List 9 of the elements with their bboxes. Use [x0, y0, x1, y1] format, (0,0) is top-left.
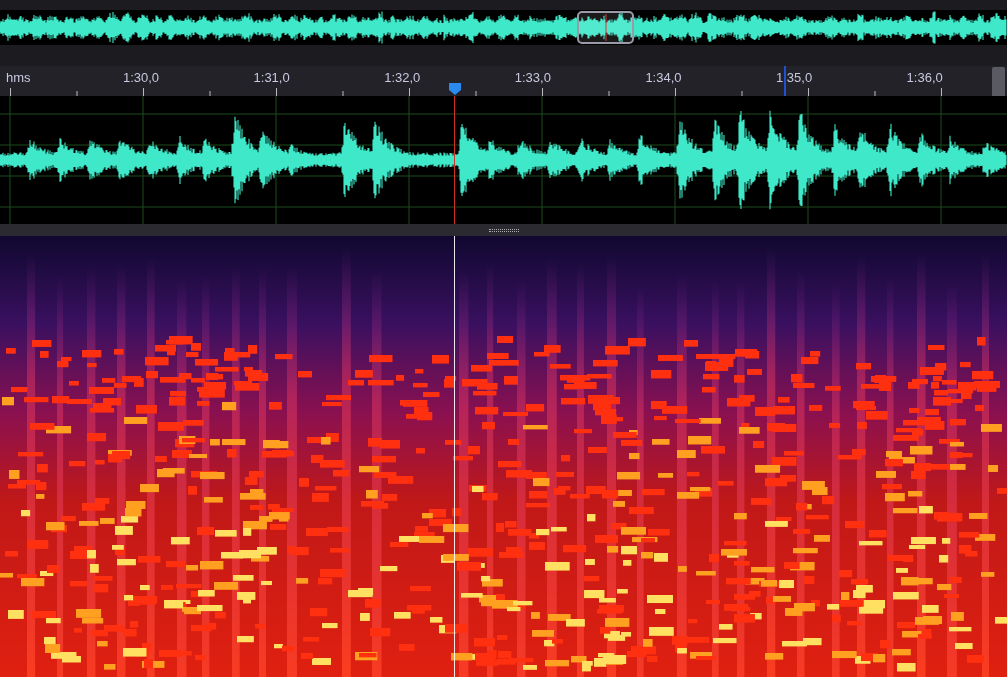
time-label: 1:36,0 [905, 71, 944, 84]
time-label: 1:34,0 [644, 71, 683, 84]
time-label: 1:31,0 [252, 71, 291, 84]
view-range-handle[interactable] [577, 11, 634, 44]
time-unit-label: hms [5, 71, 32, 84]
time-label: 1:30,0 [121, 71, 161, 84]
time-label: 1:32,0 [383, 71, 422, 84]
time-label: 1:33,0 [513, 71, 552, 84]
grip-icon [488, 228, 519, 232]
